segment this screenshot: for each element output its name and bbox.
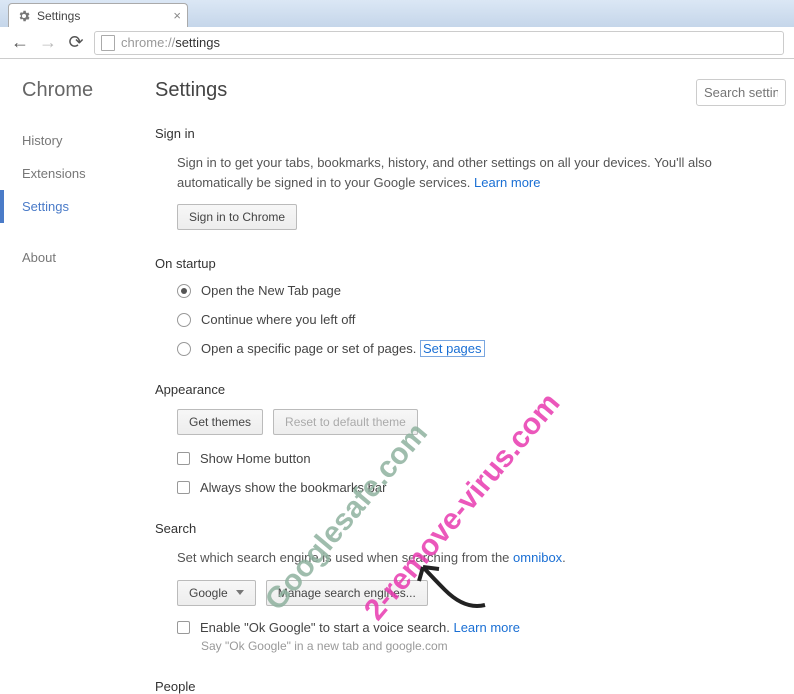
browser-tab-settings[interactable]: Settings ×	[8, 3, 188, 27]
tab-title: Settings	[37, 9, 80, 23]
checkbox-icon	[177, 621, 190, 634]
content-area: Chrome History Extensions Settings About…	[0, 59, 794, 686]
checkbox-icon	[177, 452, 190, 465]
browser-toolbar: ← → ⟳ chrome://settings	[0, 27, 794, 59]
page-icon	[101, 35, 115, 51]
section-heading: Appearance	[155, 382, 774, 397]
section-heading: On startup	[155, 256, 774, 271]
sidebar-item-settings[interactable]: Settings	[0, 190, 150, 223]
page-title: Settings	[155, 79, 227, 102]
select-value: Google	[189, 586, 228, 600]
url-prefix: chrome://	[121, 35, 175, 50]
search-description: Set which search engine is used when sea…	[177, 548, 774, 568]
signin-description: Sign in to get your tabs, bookmarks, his…	[177, 153, 774, 192]
url-path: settings	[175, 35, 220, 50]
option-label: Open the New Tab page	[201, 283, 341, 298]
checkbox-label: Enable "Ok Google" to start a voice sear…	[200, 620, 520, 635]
section-heading: Sign in	[155, 126, 774, 141]
startup-option-specific[interactable]: Open a specific page or set of pages. Se…	[177, 341, 774, 356]
close-icon[interactable]: ×	[173, 8, 181, 23]
section-signin: Sign in Sign in to get your tabs, bookma…	[155, 126, 794, 230]
reset-theme-button[interactable]: Reset to default theme	[273, 409, 418, 435]
reload-button[interactable]: ⟳	[66, 32, 86, 53]
startup-option-newtab[interactable]: Open the New Tab page	[177, 283, 774, 298]
option-label: Continue where you left off	[201, 312, 355, 327]
checkbox-label: Show Home button	[200, 451, 311, 466]
option-label: Open a specific page or set of pages. Se…	[201, 341, 485, 356]
section-heading: People	[155, 679, 774, 694]
sidebar: Chrome History Extensions Settings About	[0, 59, 150, 686]
ok-google-hint: Say "Ok Google" in a new tab and google.…	[177, 639, 774, 653]
browser-tab-bar: Settings ×	[0, 0, 794, 27]
radio-icon	[177, 284, 191, 298]
main-panel: Settings Sign in Sign in to get your tab…	[150, 59, 794, 686]
set-pages-link[interactable]: Set pages	[420, 340, 485, 357]
ok-google-checkbox[interactable]: Enable "Ok Google" to start a voice sear…	[177, 620, 774, 635]
forward-button[interactable]: →	[38, 32, 58, 53]
search-settings	[696, 79, 786, 106]
section-startup: On startup Open the New Tab page Continu…	[155, 256, 794, 356]
radio-icon	[177, 342, 191, 356]
checkbox-icon	[177, 481, 190, 494]
learn-more-link[interactable]: Learn more	[453, 620, 519, 635]
gear-icon	[17, 9, 31, 23]
search-engine-select[interactable]: Google	[177, 580, 256, 606]
manage-search-engines-button[interactable]: Manage search engines...	[266, 580, 428, 606]
radio-icon	[177, 313, 191, 327]
sidebar-item-history[interactable]: History	[22, 124, 150, 157]
brand-title: Chrome	[22, 79, 150, 102]
always-bookmarks-checkbox[interactable]: Always show the bookmarks bar	[177, 480, 774, 495]
checkbox-label: Always show the bookmarks bar	[200, 480, 386, 495]
section-appearance: Appearance Get themes Reset to default t…	[155, 382, 794, 495]
show-home-checkbox[interactable]: Show Home button	[177, 451, 774, 466]
section-search: Search Set which search engine is used w…	[155, 521, 794, 653]
learn-more-link[interactable]: Learn more	[474, 175, 540, 190]
get-themes-button[interactable]: Get themes	[177, 409, 263, 435]
omnibox-link[interactable]: omnibox	[513, 550, 562, 565]
chevron-down-icon	[236, 590, 244, 595]
sidebar-item-about[interactable]: About	[22, 241, 150, 274]
sidebar-item-extensions[interactable]: Extensions	[22, 157, 150, 190]
section-people: People	[155, 679, 794, 694]
startup-option-continue[interactable]: Continue where you left off	[177, 312, 774, 327]
signin-button[interactable]: Sign in to Chrome	[177, 204, 297, 230]
back-button[interactable]: ←	[10, 32, 30, 53]
address-bar[interactable]: chrome://settings	[94, 31, 784, 55]
search-input[interactable]	[696, 79, 786, 106]
section-heading: Search	[155, 521, 774, 536]
